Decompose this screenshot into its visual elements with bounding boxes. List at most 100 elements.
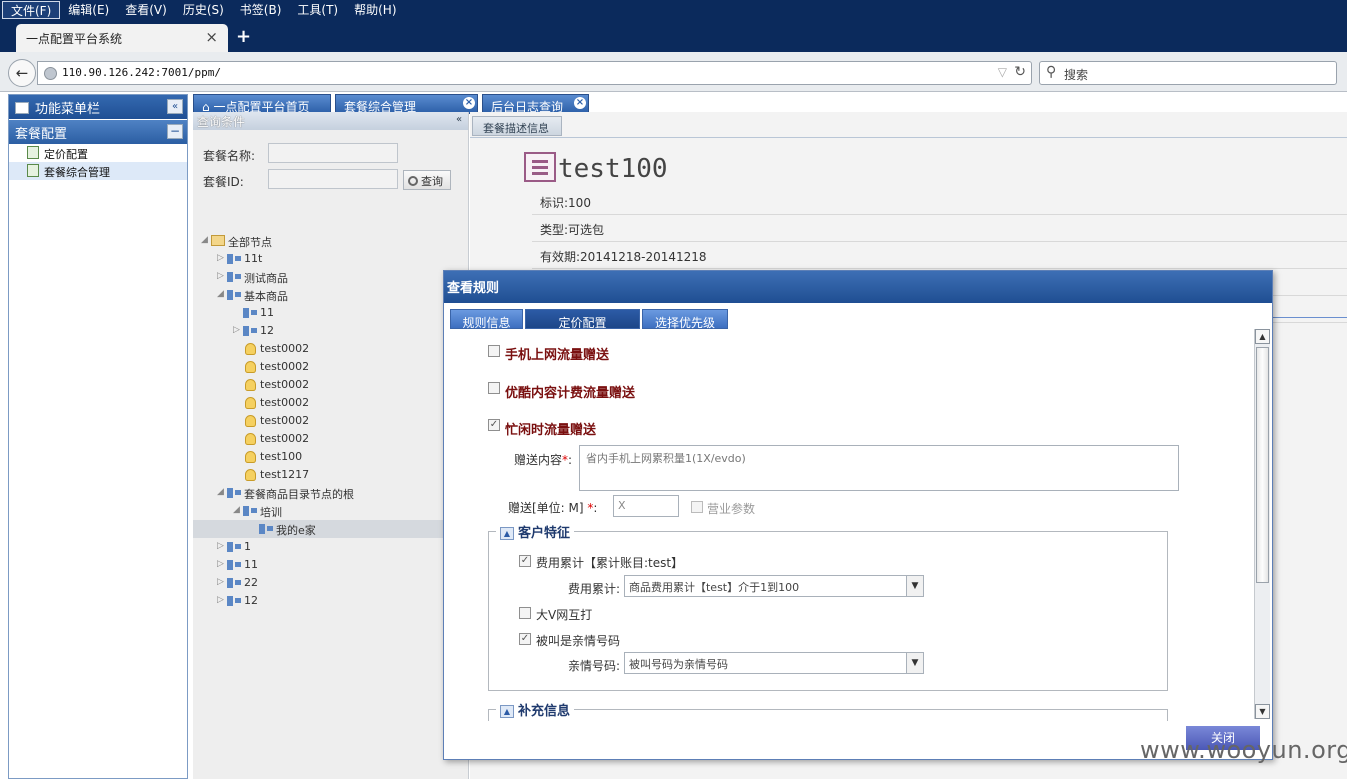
cost-accumulate-checkbox[interactable]: ✓	[519, 555, 531, 567]
tree-node[interactable]: ◢ 培训	[193, 502, 469, 520]
collapsed-arrow-icon[interactable]: ▷	[217, 577, 224, 587]
back-button[interactable]: ←	[8, 59, 36, 87]
close-icon[interactable]: ×	[463, 97, 475, 109]
menu-item[interactable]: 编辑(E)	[60, 1, 117, 19]
query-panel: 查询条件 « 套餐名称: 套餐ID: 查询 ◢ 全部节点 ▷ 11t ▷ 测试商品 ◢ 基本商…	[193, 112, 469, 779]
supplement-fieldset	[488, 709, 1168, 721]
tree-node[interactable]: test100	[193, 448, 469, 466]
collapsed-arrow-icon[interactable]: ▷	[233, 325, 240, 335]
tree-node[interactable]: test1217	[193, 466, 469, 484]
tree-node[interactable]: ▷ 12	[193, 322, 469, 340]
close-icon[interactable]: ×	[574, 97, 586, 109]
rule-checkbox-busy-idle[interactable]: ✓	[488, 419, 500, 431]
url-history-dropdown-icon[interactable]: ▽	[998, 65, 1007, 79]
cost-accumulate-select[interactable]: 商品费用累计【test】介于1到100 ▼	[624, 575, 924, 597]
collapse-sidebar-icon[interactable]: «	[167, 99, 183, 114]
expanded-arrow-icon[interactable]: ◢	[217, 289, 224, 299]
collapse-icon[interactable]: ▲	[500, 527, 514, 540]
app-tab[interactable]: ⌂ 一点配置平台首页	[193, 94, 331, 114]
tree-node[interactable]: 我的e家	[193, 520, 469, 538]
tree-node[interactable]: ▷ 12	[193, 592, 469, 610]
query-button[interactable]: 查询	[403, 170, 451, 190]
tree-node[interactable]: ▷ 1	[193, 538, 469, 556]
menu-item[interactable]: 工具(T)	[289, 1, 346, 19]
browser-tab-active[interactable]: 一点配置平台系统 ×	[16, 24, 228, 52]
sidebar-section-package-config[interactable]: 套餐配置 −	[9, 120, 187, 144]
dialog-tab[interactable]: 定价配置	[525, 309, 640, 330]
tree-node[interactable]: test0002	[193, 340, 469, 358]
collapse-section-icon[interactable]: −	[167, 124, 183, 139]
collapsed-arrow-icon[interactable]: ▷	[217, 559, 224, 569]
tree-node[interactable]: ◢ 全部节点	[193, 232, 469, 250]
family-number-select[interactable]: 被叫号码为亲情号码 ▼	[624, 652, 924, 674]
browser-tabstrip: 一点配置平台系统 × +	[0, 20, 1347, 52]
collapse-query-icon[interactable]: «	[452, 113, 466, 127]
tab-package-description[interactable]: 套餐描述信息	[472, 116, 562, 136]
tree-node[interactable]: test0002	[193, 394, 469, 412]
collapsed-arrow-icon[interactable]: ▷	[217, 253, 224, 263]
tree-node[interactable]: test0002	[193, 358, 469, 376]
family-number-checkbox[interactable]: ✓	[519, 633, 531, 645]
tree-node[interactable]: ◢ 基本商品	[193, 286, 469, 304]
gift-unit-input[interactable]: X	[613, 495, 679, 517]
app-tab[interactable]: 套餐综合管理 ×	[335, 94, 478, 114]
dialog-scrollbar[interactable]: ▲ ▼	[1254, 329, 1270, 719]
tree-node[interactable]: test0002	[193, 430, 469, 448]
tree-node[interactable]: ▷ 22	[193, 574, 469, 592]
url-bar[interactable]: 110.90.126.242:7001/ppm/ ▽ ↻	[37, 61, 1032, 85]
customer-features-legend[interactable]: ▲ 客户特征	[496, 522, 575, 541]
scroll-down-icon[interactable]: ▼	[1255, 704, 1270, 719]
tree-node[interactable]: ◢ 套餐商品目录节点的根	[193, 484, 469, 502]
chevron-down-icon[interactable]: ▼	[906, 576, 923, 596]
collapsed-arrow-icon[interactable]: ▷	[217, 271, 224, 281]
query-button-label: 查询	[421, 175, 443, 188]
menu-item[interactable]: 文件(F)	[2, 1, 61, 19]
tree-node-label: test100	[260, 450, 303, 463]
scroll-thumb[interactable]	[1256, 347, 1269, 583]
supplement-legend[interactable]: ▲ 补充信息	[496, 700, 575, 719]
package-name-input[interactable]	[268, 143, 398, 163]
package-id-input[interactable]	[268, 169, 398, 189]
dialog-tab[interactable]: 选择优先级	[642, 309, 728, 330]
bulb-icon	[245, 343, 256, 355]
gift-content-textarea[interactable]: 省内手机上网累积量1(1X/evdo)	[579, 445, 1179, 491]
menu-item[interactable]: 帮助(H)	[346, 1, 404, 19]
view-rule-dialog: 查看规则 规则信息 定价配置 选择优先级 手机上网流量赠送 优酷内容计费流量赠送 ✓…	[443, 270, 1273, 760]
expanded-arrow-icon[interactable]: ◢	[233, 505, 240, 515]
tree-node[interactable]: ▷ 测试商品	[193, 268, 469, 286]
tree-node[interactable]: test0002	[193, 376, 469, 394]
network-icon	[227, 596, 241, 606]
menu-item[interactable]: 查看(V)	[117, 1, 175, 19]
business-param-checkbox[interactable]	[691, 501, 703, 513]
browser-search-input[interactable]: ⚲ 搜索	[1039, 61, 1337, 85]
big-v-checkbox[interactable]	[519, 607, 531, 619]
scroll-up-icon[interactable]: ▲	[1255, 329, 1270, 344]
sidebar-item[interactable]: 套餐综合管理	[9, 162, 187, 180]
new-tab-button[interactable]: +	[236, 26, 251, 47]
reload-icon[interactable]: ↻	[1014, 64, 1026, 80]
tree-node-label: 22	[244, 576, 258, 589]
menu-icon	[15, 102, 29, 114]
rule-checkbox-youku[interactable]	[488, 382, 500, 394]
tree-node[interactable]: 11	[193, 304, 469, 322]
app-tab[interactable]: 后台日志查询 ×	[482, 94, 589, 114]
network-icon	[227, 290, 241, 300]
collapsed-arrow-icon[interactable]: ▷	[217, 595, 224, 605]
dialog-tab[interactable]: 规则信息	[450, 309, 523, 330]
expanded-arrow-icon[interactable]: ◢	[201, 235, 208, 245]
sidebar-item[interactable]: 定价配置	[9, 144, 187, 162]
tree-node-label: test0002	[260, 396, 310, 409]
tree-node[interactable]: test0002	[193, 412, 469, 430]
rule-checkbox-mobile-data[interactable]	[488, 345, 500, 357]
expanded-arrow-icon[interactable]: ◢	[217, 487, 224, 497]
menu-item[interactable]: 历史(S)	[175, 1, 232, 19]
menu-item[interactable]: 书签(B)	[232, 1, 290, 19]
tab-close-icon[interactable]: ×	[205, 28, 218, 46]
chevron-down-icon[interactable]: ▼	[906, 653, 923, 673]
collapsed-arrow-icon[interactable]: ▷	[217, 541, 224, 551]
dialog-title: 查看规则	[444, 271, 1272, 303]
tree-node[interactable]: ▷ 11	[193, 556, 469, 574]
collapse-icon[interactable]: ▲	[500, 705, 514, 718]
tree-node[interactable]: ▷ 11t	[193, 250, 469, 268]
browser-tab-title: 一点配置平台系统	[26, 32, 123, 46]
